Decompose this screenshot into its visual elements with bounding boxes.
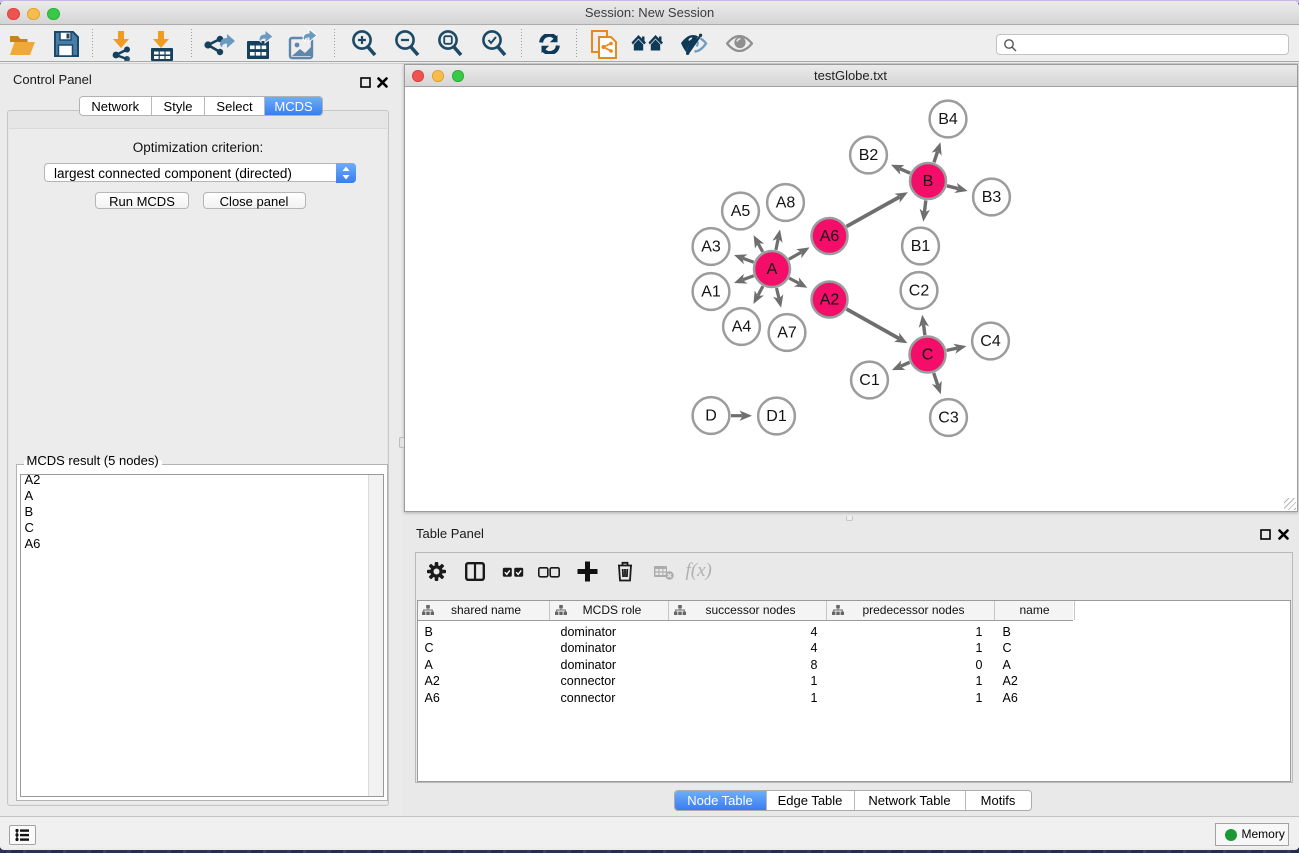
svg-text:C2: C2 [908,282,929,299]
svg-text:D: D [705,407,717,424]
svg-text:A8: A8 [775,194,795,211]
svg-text:A: A [766,261,777,278]
svg-text:B1: B1 [910,238,930,255]
svg-text:A5: A5 [730,203,750,220]
svg-text:B2: B2 [858,147,878,164]
svg-text:D1: D1 [766,408,787,425]
svg-text:B: B [922,173,933,190]
svg-text:A1: A1 [701,283,721,300]
svg-text:A7: A7 [777,324,797,341]
svg-text:B3: B3 [981,189,1001,206]
svg-text:C1: C1 [859,372,880,389]
svg-text:C3: C3 [938,409,959,426]
svg-text:C: C [921,346,933,363]
svg-text:A6: A6 [819,228,839,245]
svg-text:B4: B4 [938,111,958,128]
svg-text:C4: C4 [980,333,1001,350]
svg-text:A3: A3 [701,238,721,255]
svg-text:A2: A2 [819,291,839,308]
svg-text:A4: A4 [731,318,751,335]
